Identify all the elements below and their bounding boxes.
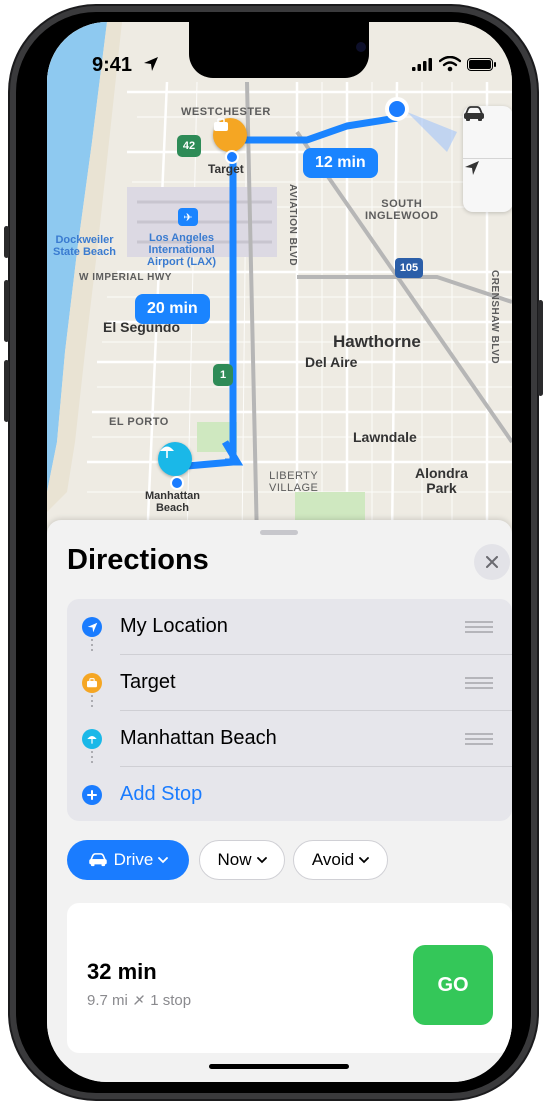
- sheet-grabber[interactable]: [260, 530, 298, 535]
- cellular-signal-icon: [412, 58, 432, 71]
- close-button[interactable]: [474, 544, 510, 580]
- close-icon: [486, 556, 498, 568]
- map-label-hawthorne: Hawthorne: [333, 332, 421, 351]
- target-stop-dot: [225, 150, 239, 164]
- plus-icon: [87, 790, 97, 800]
- map-label-del-aire: Del Aire: [305, 354, 358, 370]
- stop-marker-icon: [134, 995, 144, 1005]
- map-label-crenshaw-blvd: CRENSHAW BLVD: [489, 270, 500, 365]
- reorder-handle-icon[interactable]: [465, 621, 493, 633]
- add-stop-label: Add Stop: [120, 783, 203, 805]
- route-shield-42: 42: [177, 135, 201, 157]
- stop-icon-manhattan-beach: [82, 729, 102, 749]
- map-label-manhattan-beach: Manhattan Beach: [145, 490, 200, 514]
- location-services-icon: [144, 57, 158, 71]
- front-camera: [356, 42, 366, 52]
- briefcase-icon: [87, 678, 97, 688]
- chevron-down-icon: [158, 856, 169, 863]
- map-label-liberty-village: LIBERTY VILLAGE: [269, 470, 319, 494]
- beach-umbrella-icon: [160, 446, 174, 458]
- now-chip-label: Now: [217, 850, 252, 869]
- briefcase-icon: [214, 118, 228, 131]
- now-chip[interactable]: Now: [199, 840, 285, 880]
- battery-tip: [494, 62, 496, 67]
- connector-dots: [91, 751, 93, 766]
- chevron-down-icon: [256, 856, 267, 863]
- stop-row-my-location[interactable]: My Location: [67, 599, 512, 655]
- stop-label: Target: [120, 671, 176, 693]
- map-label-westchester: WESTCHESTER: [181, 106, 271, 118]
- avoid-chip[interactable]: Avoid: [293, 840, 388, 880]
- map-controls: [463, 106, 512, 212]
- drive-chip[interactable]: Drive: [67, 840, 189, 880]
- map-view[interactable]: WESTCHESTER Target SOUTH INGLEWOOD AVIAT…: [47, 22, 512, 542]
- volume-down-button: [4, 360, 9, 422]
- manhattan-stop-dot: [170, 476, 184, 490]
- stop-icon-target: [82, 673, 102, 693]
- route-time-bubble-1[interactable]: 12 min: [303, 148, 378, 178]
- map-label-aviation-blvd: AVIATION BLVD: [287, 184, 298, 267]
- go-button[interactable]: GO: [413, 945, 493, 1025]
- add-stop-row[interactable]: Add Stop: [67, 767, 512, 823]
- map-label-alondra-park: Alondra Park: [415, 465, 468, 496]
- map-label-target: Target: [208, 162, 244, 176]
- stop-row-manhattan-beach[interactable]: Manhattan Beach: [67, 711, 512, 767]
- mute-switch: [4, 226, 9, 258]
- route-stops-count: 1 stop: [150, 992, 192, 1009]
- map-label-lax: Los Angeles International Airport (LAX): [147, 232, 217, 268]
- stop-row-target[interactable]: Target: [67, 655, 512, 711]
- home-indicator[interactable]: [209, 1064, 349, 1069]
- route-card[interactable]: 32 min 9.7 mi 1 stop GO: [67, 903, 512, 1053]
- stop-label: My Location: [120, 615, 228, 637]
- route-time-bubble-2[interactable]: 20 min: [135, 294, 210, 324]
- avoid-chip-label: Avoid: [311, 850, 355, 869]
- power-button: [538, 300, 543, 396]
- target-pin[interactable]: [213, 118, 247, 152]
- route-distance: 9.7 mi: [87, 992, 128, 1009]
- route-shield-1: 1: [213, 364, 233, 386]
- stops-list: My Location Target Manhattan Beach Add S…: [67, 599, 512, 821]
- stop-label: Manhattan Beach: [120, 727, 277, 749]
- map-label-dockweiler: Dockweiler State Beach: [53, 234, 116, 258]
- connector-dots: [91, 695, 93, 710]
- notch: [189, 22, 369, 78]
- route-meta: 9.7 mi 1 stop: [87, 992, 191, 1009]
- route-duration: 32 min: [87, 959, 157, 984]
- volume-up-button: [4, 280, 9, 342]
- reorder-handle-icon[interactable]: [465, 733, 493, 745]
- drive-chip-label: Drive: [113, 850, 154, 869]
- chevron-down-icon: [359, 856, 370, 863]
- plus-circle-icon: [82, 785, 102, 805]
- map-label-el-porto: EL PORTO: [109, 416, 169, 428]
- map-label-imperial-hwy: W IMPERIAL HWY: [79, 272, 172, 283]
- stop-icon-my-location: [82, 617, 102, 637]
- map-label-south-inglewood: SOUTH INGLEWOOD: [365, 198, 439, 222]
- transport-mode-button[interactable]: [463, 106, 512, 158]
- location-arrow-icon: [87, 622, 97, 632]
- locate-me-button[interactable]: [463, 159, 512, 211]
- map-label-lawndale: Lawndale: [353, 429, 417, 445]
- directions-sheet[interactable]: Directions My Location Target Manhattan …: [47, 520, 512, 1082]
- location-arrow-icon: [465, 161, 479, 175]
- wifi-icon: [439, 56, 461, 72]
- route-shield-105: 105: [395, 258, 423, 278]
- airport-icon: ✈: [178, 208, 198, 226]
- beach-umbrella-icon: [87, 736, 97, 744]
- screen: WESTCHESTER Target SOUTH INGLEWOOD AVIAT…: [47, 22, 512, 1082]
- car-icon: [88, 853, 107, 867]
- status-time: 9:41: [92, 54, 133, 76]
- directions-title: Directions: [67, 544, 209, 576]
- reorder-handle-icon[interactable]: [465, 677, 493, 689]
- battery-icon: [467, 58, 493, 71]
- car-icon: [464, 106, 484, 121]
- manhattan-beach-pin[interactable]: [158, 442, 192, 476]
- connector-dots: [91, 639, 93, 654]
